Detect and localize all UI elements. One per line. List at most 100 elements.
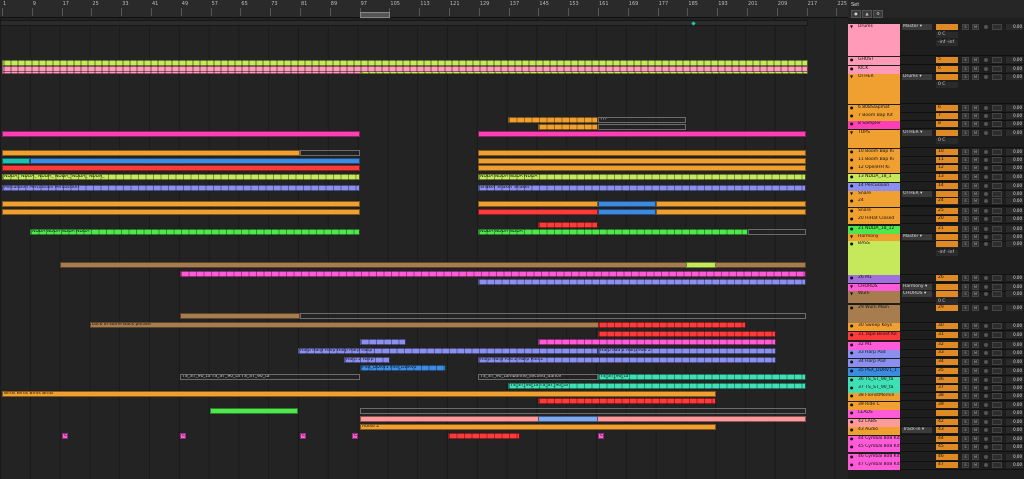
- track-status-icon[interactable]: ●: [850, 411, 855, 415]
- volume-readout[interactable]: 0.00: [1006, 462, 1023, 468]
- track-number[interactable]: [936, 191, 958, 197]
- track-header[interactable]: ● 39 Ride C 39 S M 0.00: [848, 402, 1024, 410]
- output-routing-select[interactable]: OTHER ▾: [902, 130, 932, 136]
- volume-readout[interactable]: 0.00: [1006, 24, 1023, 30]
- mute-button[interactable]: M: [972, 208, 979, 214]
- solo-button[interactable]: S: [962, 436, 969, 442]
- solo-button[interactable]: S: [962, 305, 969, 311]
- track-number[interactable]: 6: [936, 105, 958, 111]
- fold-arrow-icon[interactable]: ▼: [850, 25, 855, 29]
- output-routing-select[interactable]: Track-in ▾: [902, 427, 932, 433]
- record-arm-icon[interactable]: [984, 285, 988, 289]
- clip[interactable]: [300, 313, 806, 319]
- track-header[interactable]: ● KICK 6 S M 0.00: [848, 66, 1024, 74]
- solo-button[interactable]: S: [962, 359, 969, 365]
- record-arm-icon[interactable]: [984, 306, 988, 310]
- volume-readout[interactable]: 0.00: [1006, 241, 1023, 247]
- track-header[interactable]: ● 10 Boom Bap Ki 10 S M 0.00: [848, 149, 1024, 157]
- track-name[interactable]: ● 31 Tape Beast Ke: [848, 332, 900, 340]
- solo-button[interactable]: S: [962, 24, 969, 30]
- track-status-icon[interactable]: ●: [850, 166, 855, 170]
- volume-readout[interactable]: 0.00: [1006, 149, 1023, 155]
- track-name[interactable]: ● 24: [848, 198, 900, 206]
- output-routing-select[interactable]: CHORDS ▾: [902, 291, 932, 297]
- track-header[interactable]: ● 31 Tape Beast Ke 31 S M 0.00: [848, 332, 1024, 340]
- volume-slider[interactable]: [992, 402, 1002, 408]
- volume-readout[interactable]: 0.00: [1006, 105, 1023, 111]
- fold-arrow-icon[interactable]: ▼: [850, 285, 855, 289]
- track-status-icon[interactable]: ●: [850, 175, 855, 179]
- volume-readout[interactable]: 0.00: [1006, 393, 1023, 399]
- volume-slider[interactable]: [992, 385, 1002, 391]
- track-status-icon[interactable]: ●: [850, 403, 855, 407]
- volume-slider[interactable]: [992, 350, 1002, 356]
- clip[interactable]: [538, 398, 716, 404]
- mute-button[interactable]: M: [972, 385, 979, 391]
- track-status-icon[interactable]: ●: [850, 437, 855, 441]
- track-status-icon[interactable]: ●: [850, 306, 855, 310]
- volume-slider[interactable]: [992, 74, 1002, 80]
- track-name[interactable]: ▼ TOPS: [848, 130, 900, 148]
- record-arm-icon[interactable]: [984, 131, 988, 135]
- mute-button[interactable]: M: [972, 359, 979, 365]
- mute-button[interactable]: M: [972, 436, 979, 442]
- track-name[interactable]: ● 32 M1: [848, 342, 900, 350]
- mute-button[interactable]: M: [972, 105, 979, 111]
- track-name[interactable]: ● 12 OpenHH Ki: [848, 165, 900, 173]
- mute-button[interactable]: M: [972, 183, 979, 189]
- clip[interactable]: PSX_DDRV1 PSX_DDRV1: [360, 365, 446, 371]
- timeline-ruler[interactable]: 1 9 17 25 33 41 49 57 65 73 81 89 97 105 113 121 129 137 1…: [0, 0, 848, 18]
- track-header[interactable]: ● BASS S M 0.00: [848, 241, 1024, 275]
- track-header[interactable]: ● 35 PSX_DDRV1_1 35 S M 0.00: [848, 368, 1024, 376]
- track-header[interactable]: ▼ Wurli CHORDS ▾ S M 0.00 0 C: [848, 291, 1024, 305]
- track-number[interactable]: [936, 24, 958, 30]
- track-status-icon[interactable]: ●: [850, 158, 855, 162]
- clip[interactable]: [478, 209, 598, 215]
- fold-arrow-icon[interactable]: ▼: [850, 292, 855, 296]
- clip[interactable]: [0, 20, 808, 26]
- clip[interactable]: NDDA NDDA NDDA: [478, 229, 748, 235]
- mute-button[interactable]: M: [972, 291, 979, 297]
- volume-slider[interactable]: [992, 359, 1002, 365]
- clip[interactable]: Harp Pad 2 Harp Pad 2: [598, 348, 776, 354]
- record-arm-icon[interactable]: [984, 403, 988, 407]
- mute-button[interactable]: M: [972, 350, 979, 356]
- mute-button[interactable]: M: [972, 323, 979, 329]
- solo-button[interactable]: S: [962, 350, 969, 356]
- record-arm-icon[interactable]: [984, 420, 988, 424]
- mute-button[interactable]: M: [972, 393, 979, 399]
- solo-button[interactable]: S: [962, 174, 969, 180]
- track-number[interactable]: 34: [936, 359, 958, 365]
- solo-button[interactable]: S: [962, 291, 969, 297]
- track-name[interactable]: ▼ Wurli: [848, 291, 900, 303]
- track-number[interactable]: 32: [936, 342, 958, 348]
- track-status-icon[interactable]: ●: [850, 445, 855, 449]
- mute-button[interactable]: M: [972, 410, 979, 416]
- track-number[interactable]: 43: [936, 427, 958, 433]
- track-status-icon[interactable]: ●: [850, 150, 855, 154]
- clip[interactable]: TS_ST_90_ta TS_ST_90_ta TS_ST_90_ta: [180, 374, 360, 380]
- volume-readout[interactable]: 0.00: [1006, 419, 1023, 425]
- track-status-icon[interactable]: ●: [850, 420, 855, 424]
- output-routing-select[interactable]: Master ▾: [902, 234, 932, 240]
- record-arm-icon[interactable]: [984, 292, 988, 296]
- track-name[interactable]: ● GHOST: [848, 57, 900, 65]
- clip[interactable]: [656, 209, 806, 215]
- track-status-icon[interactable]: ●: [850, 184, 855, 188]
- mute-button[interactable]: M: [972, 241, 979, 247]
- volume-slider[interactable]: [992, 183, 1002, 189]
- mute-button[interactable]: M: [972, 130, 979, 136]
- clip[interactable]: Cy: [352, 433, 358, 439]
- record-arm-icon[interactable]: [984, 360, 988, 364]
- track-number[interactable]: 21: [936, 226, 958, 232]
- mute-button[interactable]: M: [972, 305, 979, 311]
- volume-readout[interactable]: 0.00: [1006, 165, 1023, 171]
- record-arm-icon[interactable]: [984, 184, 988, 188]
- solo-button[interactable]: S: [962, 444, 969, 450]
- track-header[interactable]: ● 7 Boom Bap Kit 7 S M 0.00: [848, 113, 1024, 121]
- track-number[interactable]: 29: [936, 305, 958, 311]
- track-header[interactable]: ● 34 Harp Pad 34 S M 0.00: [848, 359, 1024, 367]
- volume-slider[interactable]: [992, 305, 1002, 311]
- track-name[interactable]: ● 38 FloristMornin: [848, 393, 900, 401]
- volume-readout[interactable]: 0.00: [1006, 66, 1023, 72]
